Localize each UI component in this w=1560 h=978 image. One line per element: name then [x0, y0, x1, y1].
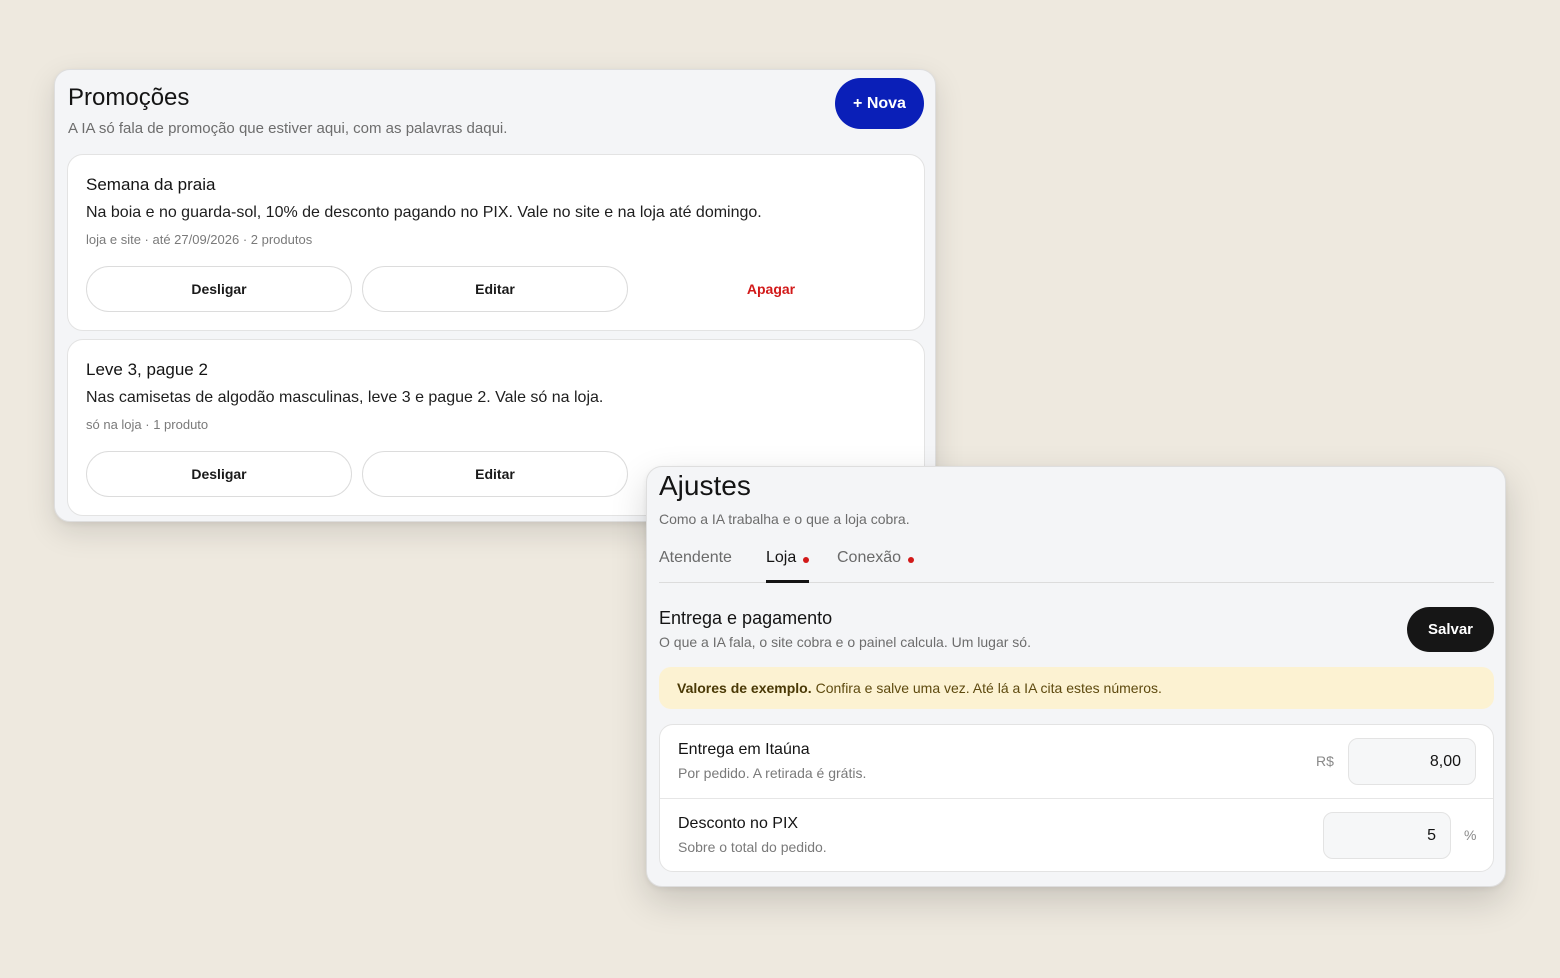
promotion-name: Leve 3, pague 2: [86, 360, 208, 379]
field-label: Entrega em Itaúna: [678, 741, 810, 758]
promotion-description: Nas camisetas de algodão masculinas, lev…: [86, 389, 604, 406]
disable-promotion-button[interactable]: Desligar: [86, 266, 352, 312]
notice-text: Confira e salve uma vez. Até lá a IA cit…: [815, 680, 1162, 696]
save-button[interactable]: Salvar: [1407, 607, 1494, 652]
tab-conexao[interactable]: Conexão: [837, 547, 915, 583]
notification-dot-icon: [803, 557, 810, 563]
example-values-notice: Valores de exemplo. Confira e salve uma …: [659, 667, 1494, 709]
settings-subtitle: Como a IA trabalha e o que a loja cobra.: [659, 511, 910, 527]
new-promotion-button[interactable]: + Nova: [835, 78, 924, 129]
promotion-description: Na boia e no guarda-sol, 10% de desconto…: [86, 204, 762, 221]
settings-panel: Ajustes Como a IA trabalha e o que a loj…: [646, 466, 1506, 887]
promotion-name: Semana da praia: [86, 175, 216, 194]
currency-prefix: R$: [1316, 753, 1334, 769]
promotions-panel: Promoções A IA só fala de promoção que e…: [54, 69, 936, 522]
field-help: Por pedido. A retirada é grátis.: [678, 765, 867, 781]
promotion-meta: loja e site · até 27/09/2026 · 2 produto…: [86, 232, 313, 247]
tab-label: Loja: [766, 549, 797, 566]
delivery-fee-row: Entrega em Itaúna Por pedido. A retirada…: [660, 725, 1493, 799]
tab-label: Atendente: [659, 549, 732, 566]
promotions-title: Promoções: [68, 84, 190, 111]
edit-promotion-button[interactable]: Editar: [362, 451, 628, 497]
promotions-subtitle: A IA só fala de promoção que estiver aqu…: [68, 120, 508, 137]
section-subtitle: O que a IA fala, o site cobra e o painel…: [659, 634, 1031, 650]
tab-atendente[interactable]: Atendente: [659, 547, 732, 583]
notice-bold: Valores de exemplo.: [677, 680, 812, 696]
settings-tabs: Atendente Loja Conexão: [659, 547, 1494, 583]
settings-fields: Entrega em Itaúna Por pedido. A retirada…: [659, 724, 1494, 872]
promotion-meta: só na loja · 1 produto: [86, 417, 209, 432]
notification-dot-icon: [908, 557, 915, 563]
pix-discount-row: Desconto no PIX Sobre o total do pedido.…: [660, 799, 1493, 871]
pix-discount-input[interactable]: [1323, 812, 1451, 859]
settings-title: Ajustes: [659, 470, 751, 501]
edit-promotion-button[interactable]: Editar: [362, 266, 628, 312]
delete-promotion-button[interactable]: Apagar: [638, 266, 904, 312]
tab-loja[interactable]: Loja: [766, 547, 810, 583]
section-title: Entrega e pagamento: [659, 608, 833, 628]
field-label: Desconto no PIX: [678, 815, 799, 832]
promotion-card: Semana da praia Na boia e no guarda-sol,…: [67, 154, 925, 331]
tab-label: Conexão: [837, 549, 902, 566]
field-help: Sobre o total do pedido.: [678, 839, 827, 855]
percent-suffix: %: [1464, 827, 1477, 843]
delivery-fee-input[interactable]: [1348, 738, 1476, 785]
disable-promotion-button[interactable]: Desligar: [86, 451, 352, 497]
